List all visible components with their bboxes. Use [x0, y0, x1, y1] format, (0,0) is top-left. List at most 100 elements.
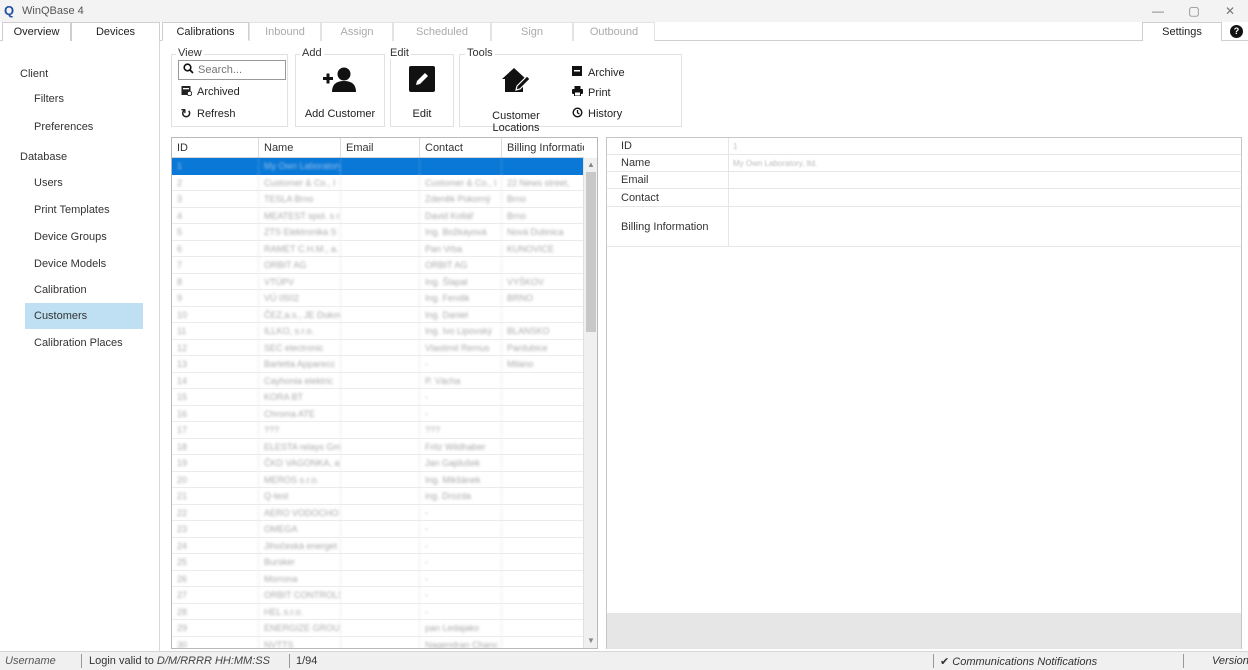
table-row[interactable]: 19 ČKD VAGONKA, a. Jan Gajdušek — [172, 455, 584, 472]
scrollbar-thumb[interactable] — [586, 172, 596, 332]
archived-button[interactable]: Archived — [180, 85, 240, 99]
sidebar-item-calibration-places[interactable]: Calibration Places — [25, 330, 143, 356]
customer-locations-button[interactable]: Customer Locations — [468, 66, 564, 134]
table-row[interactable]: 4 MEATEST spol. s r David Kollář Brno — [172, 207, 584, 224]
column-header-contact[interactable]: Contact — [420, 138, 502, 158]
table-row[interactable]: 26 Morrona - — [172, 570, 584, 587]
table-cell — [502, 637, 584, 649]
minimize-button[interactable]: — — [1140, 0, 1176, 22]
settings-button[interactable]: Settings — [1142, 22, 1222, 41]
scroll-down-icon[interactable]: ▼ — [584, 634, 597, 648]
help-icon[interactable]: ? — [1230, 25, 1243, 38]
table-cell: Pardubice — [507, 342, 548, 353]
column-header-name[interactable]: Name — [259, 138, 341, 158]
tab-outbound[interactable]: Outbound — [573, 22, 655, 41]
table-row[interactable]: 15 KORA BT - — [172, 389, 584, 406]
table-cell: KORA BT — [259, 389, 341, 405]
column-header-id[interactable]: ID — [172, 138, 259, 158]
sidebar-item-customers[interactable]: Customers — [25, 303, 143, 329]
table-row[interactable]: 18 ELESTA relays Gm Fritz Wildhaber — [172, 438, 584, 455]
restore-button[interactable]: ▢ — [1176, 0, 1212, 22]
tab-devices[interactable]: Devices — [71, 22, 160, 41]
tab-calibrations[interactable]: Calibrations — [162, 22, 249, 41]
table-row[interactable]: 11 ILLKO, s.r.o. Ing. Ivo Lipovský BLANSKO — [172, 323, 584, 340]
detail-value-id[interactable]: 1 — [729, 138, 737, 154]
table-row[interactable]: 6 RAMET C.H.M., a. Pan Vrba KUNOVICE — [172, 240, 584, 257]
add-customer-button[interactable]: Add Customer — [300, 66, 380, 120]
detail-row-email: Email — [607, 172, 1241, 189]
table-cell: - — [420, 537, 502, 554]
table-row[interactable]: 28 HEL s.r.o. - — [172, 603, 584, 620]
tab-inbound[interactable]: Inbound — [249, 22, 321, 41]
table-row[interactable]: 10 ČEZ,a.s., JE Dukov Ing. Daniel — [172, 306, 584, 323]
sidebar-item-users[interactable]: Users — [25, 170, 143, 196]
table-cell — [341, 488, 420, 504]
table-row[interactable]: 24 Jihočeská energet - — [172, 537, 584, 554]
customer-locations-label: Customer Locations — [492, 110, 540, 134]
refresh-button[interactable]: ↻ Refresh — [180, 106, 236, 122]
table-cell: - — [420, 356, 502, 372]
tab-assign[interactable]: Assign — [321, 22, 393, 41]
table-row[interactable]: 22 AERO VODOCHO - — [172, 504, 584, 521]
table-row[interactable]: 13 Barletta Apparecc - Milano — [172, 356, 584, 373]
table-row[interactable]: 16 Chroma ATE - — [172, 405, 584, 422]
sidebar-heading-database: Database — [20, 151, 68, 163]
table-row[interactable]: 3 TESLA Brno Zdeněk Pokorný Brno — [172, 191, 584, 208]
table-row[interactable]: 8 VTÚPV Ing. Šlapal VYŠKOV — [172, 273, 584, 290]
table-cell: Nová Dubnica — [507, 227, 564, 237]
scroll-up-icon[interactable]: ▲ — [584, 158, 597, 172]
table-cell — [502, 538, 584, 554]
table-row[interactable]: 7 ORBIT AG ORBIT AG — [172, 257, 584, 274]
sidebar-item-calibration-procedures[interactable]: Calibration Procedures — [25, 277, 143, 322]
table-row[interactable]: 1 My Own Laboratory — [172, 158, 584, 175]
sidebar-item-filters[interactable]: Filters — [25, 86, 143, 112]
table-row[interactable]: 27 ORBIT CONTROLS - — [172, 587, 584, 604]
search-box[interactable] — [178, 60, 286, 80]
table-cell: 30 — [172, 636, 259, 648]
table-row[interactable]: 2 Customer & Co., I Customer & Co., I 22 Ne… — [172, 174, 584, 191]
table-row[interactable]: 5 ZTS Elektronika S Ing. Božkayová Nová Dub… — [172, 224, 584, 241]
close-button[interactable]: ✕ — [1212, 0, 1248, 22]
detail-value-email[interactable] — [729, 172, 733, 188]
status-notifications[interactable]: ✔ Communications Notifications — [940, 655, 1097, 668]
print-button[interactable]: Print — [571, 86, 611, 99]
table-cell: VYŠKOV — [507, 276, 545, 287]
table-row[interactable]: 30 NVTTS Nagendran Chanc — [172, 636, 584, 649]
table-row[interactable]: 12 SEC electronic Vlastimil Remus Pardubice — [172, 339, 584, 356]
table-cell: Nagendran Chanc — [420, 636, 502, 648]
detail-value-billing[interactable] — [729, 207, 733, 246]
archived-icon — [180, 85, 192, 99]
detail-value-contact[interactable] — [729, 189, 733, 206]
table-row[interactable]: 25 Bursker - — [172, 554, 584, 571]
table-row[interactable]: 23 OMEGA - — [172, 521, 584, 538]
table-cell: - — [420, 504, 502, 521]
search-input[interactable] — [198, 64, 278, 76]
title-bar: Q WinQBase 4 — ▢ ✕ — [0, 0, 1248, 22]
history-button[interactable]: History — [571, 107, 622, 121]
column-header-billing[interactable]: Billing Informatio — [502, 138, 584, 158]
table-row[interactable]: 14 Cayhonia elektric P. Vácha — [172, 372, 584, 389]
table-cell — [502, 571, 584, 587]
sidebar-item-preferences[interactable]: Preferences — [25, 114, 143, 140]
detail-value-name[interactable]: My Own Laboratory, ltd. — [729, 155, 817, 171]
table-cell — [502, 257, 584, 273]
sidebar-item-device-groups[interactable]: Device Groups — [25, 224, 143, 250]
archive-button[interactable]: Archive — [571, 66, 625, 79]
table-cell: Ing. Mikšánek — [420, 471, 502, 488]
sidebar-item-device-models[interactable]: Device Models — [25, 251, 143, 277]
tab-scheduled[interactable]: Scheduled — [393, 22, 491, 41]
tab-sign[interactable]: Sign — [491, 22, 573, 41]
table-row[interactable]: 20 MEROS s.r.o. Ing. Mikšánek — [172, 471, 584, 488]
table-row[interactable]: 9 VÚ 0502 Ing. Fendik BRNO — [172, 290, 584, 307]
column-header-email[interactable]: Email — [341, 138, 420, 158]
table-row[interactable]: 17?????? — [172, 422, 584, 439]
sidebar-item-print-templates[interactable]: Print Templates — [25, 197, 143, 223]
table-scrollbar[interactable]: ▲ ▼ — [583, 158, 597, 648]
table-cell — [341, 158, 420, 174]
status-separator — [81, 654, 82, 668]
table-row[interactable]: 21 Q-test ing. Drozda — [172, 488, 584, 505]
table-row[interactable]: 29 ENERGIZE GROUP pan Ledajako — [172, 620, 584, 637]
edit-button[interactable]: Edit — [398, 66, 446, 120]
tab-overview[interactable]: Overview — [2, 22, 71, 41]
app-logo: Q — [4, 3, 15, 18]
